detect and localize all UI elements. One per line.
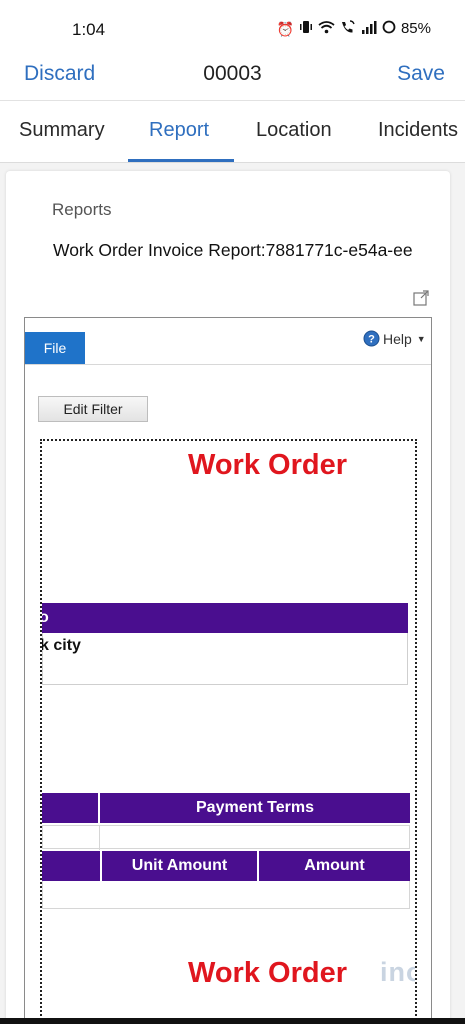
tab-bar: Summary Report Location Incidents <box>0 101 465 163</box>
vibrate-icon <box>299 20 313 37</box>
svg-text:?: ? <box>368 334 375 346</box>
cell-divider <box>99 826 100 850</box>
unit-amount-header: Unit Amount <box>102 851 257 881</box>
wifi-icon <box>318 20 335 37</box>
help-icon: ? <box>363 330 380 347</box>
payment-left-header <box>42 793 98 823</box>
form-header: Discard 00003 Save <box>0 58 465 102</box>
wifi-calling-icon <box>340 20 356 37</box>
city-text: k city <box>40 637 81 654</box>
report-title-second-page: Work Order <box>188 957 348 989</box>
payment-terms-header: Payment Terms <box>100 793 410 823</box>
edit-filter-button[interactable]: Edit Filter <box>38 396 148 422</box>
tab-report[interactable]: Report <box>149 119 209 142</box>
expand-icon[interactable] <box>412 289 430 307</box>
help-label: Help <box>383 330 412 347</box>
status-bar: 1:04 ⏰ 85% <box>0 0 465 58</box>
battery-percent: 85% <box>400 20 431 37</box>
tab-incidents[interactable]: Incidents <box>378 119 458 142</box>
battery-icon <box>382 20 396 37</box>
address-cell: k city <box>42 633 408 685</box>
report-name: Work Order Invoice Report:7881771c-e54a-… <box>53 240 413 260</box>
report-page: Work Order o k city Payment Terms Unit A… <box>40 439 417 1024</box>
file-tab[interactable]: File <box>25 332 85 364</box>
watermark-logo: inogic <box>380 957 415 987</box>
active-tab-indicator <box>128 159 234 162</box>
signal-icon <box>361 20 377 37</box>
amount-header: Amount <box>259 851 410 881</box>
alarm-icon: ⏰ <box>276 20 294 37</box>
ribbon-divider <box>25 364 431 365</box>
header-band-text: o <box>42 609 49 627</box>
tab-location[interactable]: Location <box>256 119 332 142</box>
report-title: Work Order <box>188 449 348 481</box>
bottom-edge <box>0 1018 465 1024</box>
payment-terms-row <box>42 825 410 850</box>
status-time: 1:04 <box>72 20 106 39</box>
line-items-left-header <box>42 851 100 881</box>
help-menu[interactable]: ? Help ▼ <box>363 330 426 347</box>
report-viewer: File ? Help ▼ Edit Filter Work Order o k… <box>24 317 432 1024</box>
save-button[interactable]: Save <box>397 62 445 86</box>
discard-button[interactable]: Discard <box>24 62 95 86</box>
reports-section-label: Reports <box>52 200 112 219</box>
status-icons: ⏰ 85% <box>277 20 431 37</box>
chevron-down-icon: ▼ <box>416 333 426 344</box>
report-card: Reports Work Order Invoice Report:788177… <box>6 171 450 1024</box>
tab-summary[interactable]: Summary <box>19 119 105 142</box>
line-item-row <box>42 881 410 909</box>
header-band: o <box>42 603 408 633</box>
